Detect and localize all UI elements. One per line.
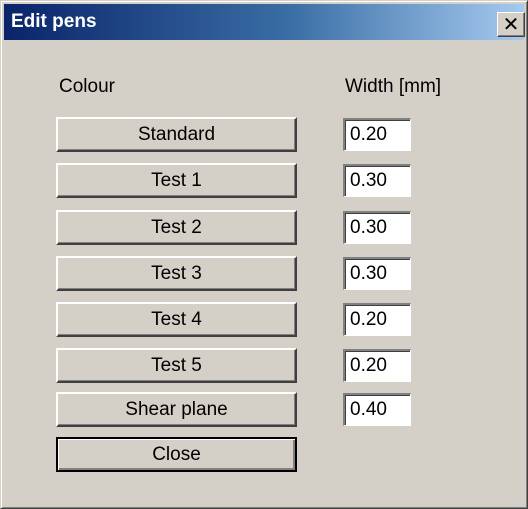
pen-colour-button-standard[interactable]: Standard [56,117,297,152]
pen-colour-button-test-5[interactable]: Test 5 [56,348,297,383]
pen-width-field-standard[interactable]: 0.20 [343,118,411,151]
colour-column-header: Colour [59,76,115,97]
width-column-header: Width [mm] [345,76,442,97]
pen-colour-button-test-1[interactable]: Test 1 [56,163,297,198]
pen-width-field-test-4[interactable]: 0.20 [343,303,411,336]
pen-width-field-test-2[interactable]: 0.30 [343,211,411,244]
pen-width-field-test-5[interactable]: 0.20 [343,349,411,382]
pen-width-field-shear-plane[interactable]: 0.40 [343,393,411,426]
pen-colour-button-shear-plane[interactable]: Shear plane [56,392,297,427]
pen-colour-button-test-4[interactable]: Test 4 [56,302,297,337]
title-bar[interactable]: Edit pens ✕ [4,4,525,40]
pen-colour-button-test-3[interactable]: Test 3 [56,256,297,291]
close-window-button[interactable]: ✕ [497,12,525,37]
pen-width-field-test-3[interactable]: 0.30 [343,257,411,290]
pen-colour-button-test-2[interactable]: Test 2 [56,210,297,245]
close-icon: ✕ [502,13,520,36]
window-title: Edit pens [11,11,97,32]
edit-pens-dialog: Edit pens ✕ Colour Width [mm] Standard 0… [0,0,528,509]
pen-width-field-test-1[interactable]: 0.30 [343,164,411,197]
close-button[interactable]: Close [56,437,297,472]
